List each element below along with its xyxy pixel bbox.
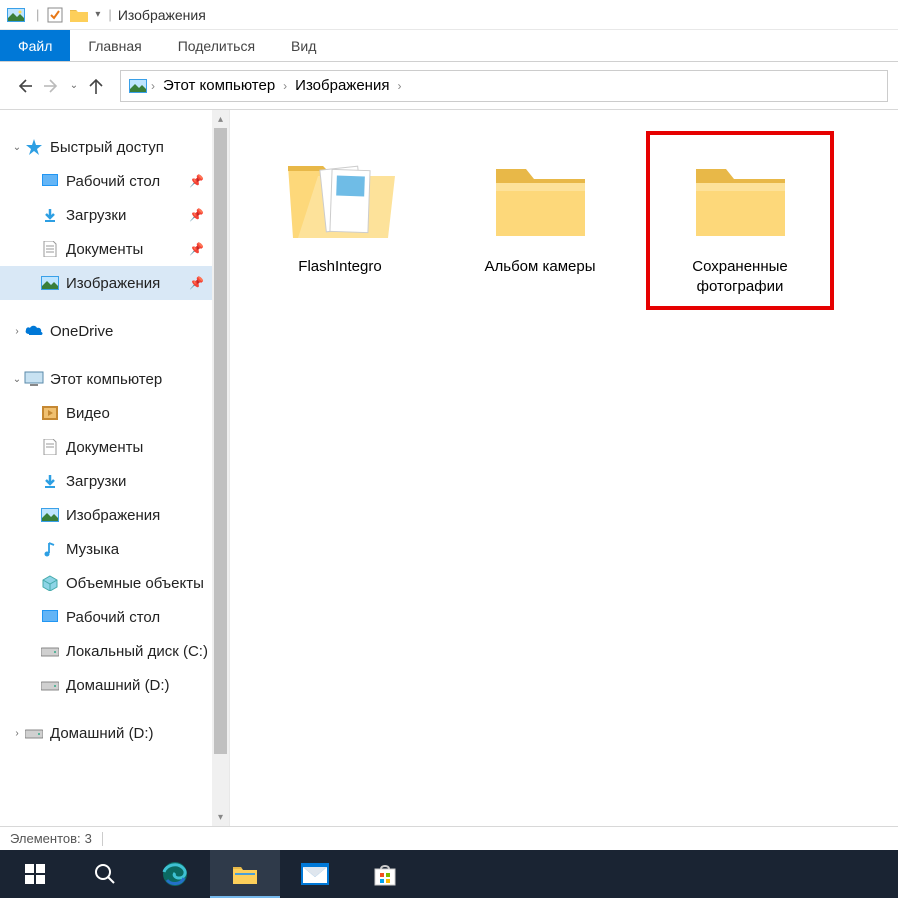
- status-divider: [102, 832, 103, 846]
- tree-extra-drive-d[interactable]: › Домашний (D:): [0, 716, 212, 750]
- pin-icon: 📌: [189, 208, 204, 222]
- ribbon-tab-view[interactable]: Вид: [273, 30, 334, 61]
- videos-icon: [40, 403, 60, 423]
- documents-icon: [40, 437, 60, 457]
- tree-pc-pictures[interactable]: Изображения: [0, 498, 212, 532]
- folder-icon: [680, 143, 800, 253]
- chevron-right-icon[interactable]: ›: [10, 326, 24, 337]
- breadcrumb-pictures[interactable]: Изображения: [289, 77, 395, 94]
- taskbar-start-button[interactable]: [0, 850, 70, 898]
- nav-history-dropdown[interactable]: ⌄: [66, 72, 82, 100]
- scrollbar-down-icon[interactable]: ▾: [212, 808, 229, 826]
- tree-pc-3d[interactable]: Объемные объекты: [0, 566, 212, 600]
- folder-label: Сохраненные фотографии: [658, 257, 822, 298]
- chevron-down-icon[interactable]: ⌄: [10, 142, 24, 153]
- separator: |: [108, 7, 111, 22]
- tree-scrollbar[interactable]: ▴ ▾: [212, 110, 229, 826]
- taskbar-mail-button[interactable]: [280, 850, 350, 898]
- tree-quick-documents[interactable]: Документы 📌: [0, 232, 212, 266]
- tree-quick-pictures[interactable]: Изображения 📌: [0, 266, 212, 300]
- title-bar: | ▾ | Изображения: [0, 0, 898, 30]
- content-area[interactable]: FlashIntegro Альбом камеры Сохраненн: [230, 110, 898, 826]
- tree-pc-desktop[interactable]: Рабочий стол: [0, 600, 212, 634]
- tree-pc-music[interactable]: Музыка: [0, 532, 212, 566]
- taskbar-store-button[interactable]: [350, 850, 420, 898]
- documents-icon: [40, 239, 60, 259]
- taskbar-explorer-button[interactable]: [210, 850, 280, 898]
- breadcrumb-separator[interactable]: ›: [395, 79, 403, 93]
- pictures-app-icon: [6, 6, 26, 24]
- nav-back-button[interactable]: [10, 72, 38, 100]
- qat-checkbox-icon[interactable]: [45, 6, 65, 24]
- pin-icon: 📌: [189, 276, 204, 290]
- taskbar-edge-button[interactable]: [140, 850, 210, 898]
- pin-icon: 📌: [189, 242, 204, 256]
- taskbar: [0, 850, 898, 898]
- tree-quick-access[interactable]: ⌄ Быстрый доступ: [0, 130, 212, 164]
- tree-pc-videos[interactable]: Видео: [0, 396, 212, 430]
- drive-icon: [40, 641, 60, 661]
- tree-pc-documents[interactable]: Документы: [0, 430, 212, 464]
- ribbon-tab-share[interactable]: Поделиться: [160, 30, 273, 61]
- tree-pc-drive-c[interactable]: Локальный диск (C:): [0, 634, 212, 668]
- desktop-icon: [40, 171, 60, 191]
- pictures-icon: [40, 273, 60, 293]
- folder-icon: [280, 143, 400, 253]
- address-bar[interactable]: › Этот компьютер › Изображения ›: [120, 70, 888, 102]
- qat-dropdown-icon[interactable]: ▾: [93, 9, 102, 20]
- computer-icon: [24, 369, 44, 389]
- window-title: Изображения: [118, 7, 206, 23]
- breadcrumb-separator[interactable]: ›: [149, 79, 157, 93]
- folder-label: FlashIntegro: [298, 257, 381, 277]
- nav-up-button[interactable]: [82, 72, 110, 100]
- music-icon: [40, 539, 60, 559]
- status-items-count: 3: [85, 831, 92, 846]
- status-items-label: Элементов:: [10, 831, 81, 846]
- folder-icon: [480, 143, 600, 253]
- breadcrumb-this-pc[interactable]: Этот компьютер: [157, 77, 281, 94]
- tree-pc-drive-d[interactable]: Домашний (D:): [0, 668, 212, 702]
- nav-forward-button[interactable]: [38, 72, 66, 100]
- folder-flashintegro[interactable]: FlashIntegro: [250, 135, 430, 285]
- chevron-right-icon[interactable]: ›: [10, 728, 24, 739]
- scrollbar-up-icon[interactable]: ▴: [212, 110, 229, 128]
- cube-icon: [40, 573, 60, 593]
- folder-camera-album[interactable]: Альбом камеры: [450, 135, 630, 285]
- pin-icon: 📌: [189, 174, 204, 188]
- onedrive-icon: [24, 321, 44, 341]
- star-icon: [24, 137, 44, 157]
- drive-icon: [40, 675, 60, 695]
- tree-pc-downloads[interactable]: Загрузки: [0, 464, 212, 498]
- drive-icon: [24, 723, 44, 743]
- tree-onedrive[interactable]: › OneDrive: [0, 314, 212, 348]
- ribbon: Файл Главная Поделиться Вид: [0, 30, 898, 62]
- folder-tree: ⌄ Быстрый доступ Рабочий стол 📌 Загрузки…: [0, 110, 212, 826]
- separator: |: [36, 7, 39, 22]
- tree-this-pc[interactable]: ⌄ Этот компьютер: [0, 362, 212, 396]
- navigation-pane: ⌄ Быстрый доступ Рабочий стол 📌 Загрузки…: [0, 110, 230, 826]
- qat-folder-icon[interactable]: [69, 6, 89, 24]
- pictures-icon: [40, 505, 60, 525]
- taskbar-search-button[interactable]: [70, 850, 140, 898]
- folder-label: Альбом камеры: [485, 257, 596, 277]
- nav-bar: ⌄ › Этот компьютер › Изображения ›: [0, 62, 898, 110]
- scrollbar-track[interactable]: [212, 128, 229, 808]
- scrollbar-thumb[interactable]: [214, 128, 227, 754]
- folder-saved-photos[interactable]: Сохраненные фотографии: [650, 135, 830, 306]
- chevron-down-icon[interactable]: ⌄: [10, 374, 24, 385]
- downloads-icon: [40, 471, 60, 491]
- ribbon-tab-home[interactable]: Главная: [70, 30, 159, 61]
- pictures-location-icon: [127, 79, 149, 93]
- tree-quick-desktop[interactable]: Рабочий стол 📌: [0, 164, 212, 198]
- main-area: ⌄ Быстрый доступ Рабочий стол 📌 Загрузки…: [0, 110, 898, 826]
- tree-quick-downloads[interactable]: Загрузки 📌: [0, 198, 212, 232]
- ribbon-tab-file[interactable]: Файл: [0, 30, 70, 61]
- status-bar: Элементов: 3: [0, 826, 898, 850]
- downloads-icon: [40, 205, 60, 225]
- breadcrumb-separator[interactable]: ›: [281, 79, 289, 93]
- desktop-icon: [40, 607, 60, 627]
